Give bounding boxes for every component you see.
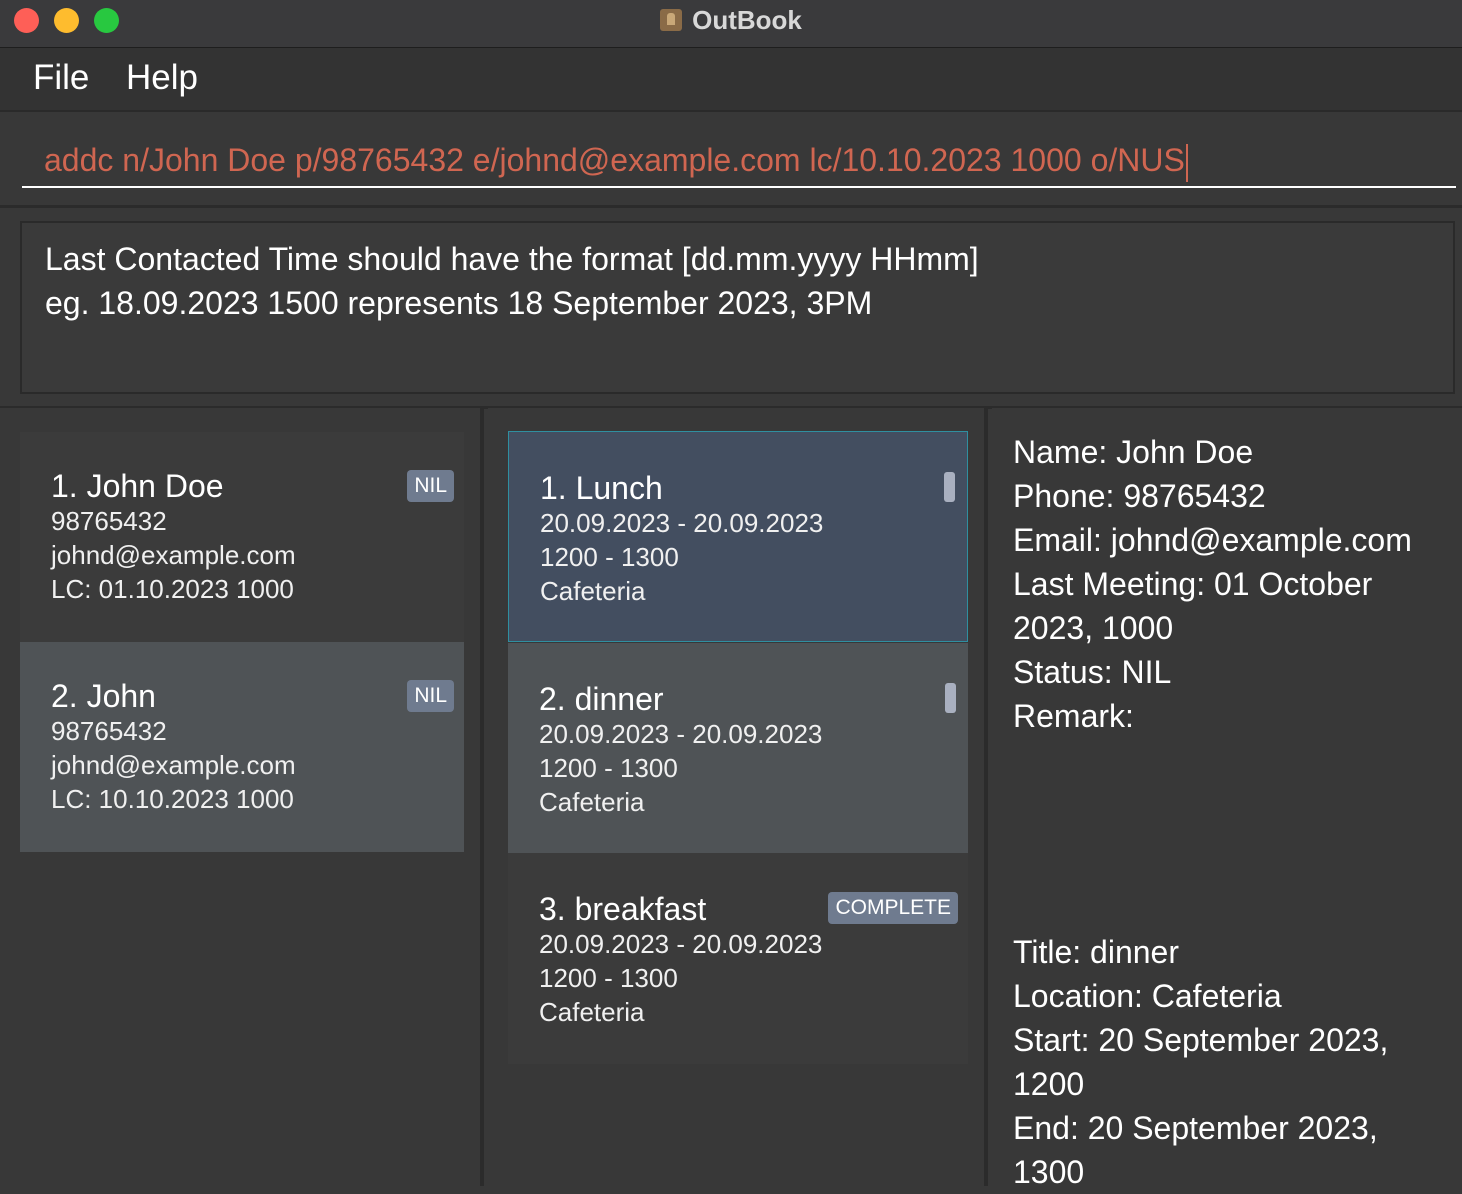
menu-help[interactable]: Help [126,58,198,98]
person-card[interactable]: 1. John Doe NIL 98765432 johnd@example.c… [20,432,464,642]
app-icon [660,9,683,31]
detail-phone: Phone: 98765432 [1013,478,1266,514]
detail-status: Status: NIL [1013,654,1172,690]
person-phone: 98765432 [51,506,167,536]
result-display: Last Contacted Time should have the form… [20,221,1455,394]
tag-scroll-thumb[interactable] [945,683,956,713]
detail-name: Name: John Doe [1013,434,1254,470]
person-last-contacted: LC: 10.10.2023 1000 [51,784,294,814]
person-name: 2. John [51,678,156,714]
meeting-card[interactable]: 1. Lunch 20.09.2023 - 20.09.2023 1200 - … [508,431,968,642]
command-text: addc n/John Doe p/98765432 e/johnd@examp… [44,142,1185,178]
window-title-text: OutBook [692,4,802,35]
person-email: johnd@example.com [51,750,296,780]
meeting-detail: Title: dinner Location: Cafeteria Start:… [1013,930,1433,1194]
person-detail: Name: John Doe Phone: 98765432 Email: jo… [1013,430,1433,738]
text-caret [1185,143,1188,182]
detail-email: Email: johnd@example.com [1013,522,1412,558]
person-phone: 98765432 [51,716,167,746]
menu-file[interactable]: File [33,58,89,98]
menu-bar: File Help [0,48,1462,112]
meeting-dates: 20.09.2023 - 20.09.2023 [540,508,824,538]
meeting-dates: 20.09.2023 - 20.09.2023 [539,929,823,959]
meeting-title: 2. dinner [539,681,664,717]
meeting-location: Cafeteria [539,997,645,1027]
detail-meeting-title: Title: dinner [1013,934,1179,970]
meeting-dates: 20.09.2023 - 20.09.2023 [539,719,823,749]
meeting-times: 1200 - 1300 [540,542,679,572]
meeting-times: 1200 - 1300 [539,963,678,993]
meeting-title: 3. breakfast [539,891,707,927]
detail-meeting-location: Location: Cafeteria [1013,978,1282,1014]
person-card[interactable]: 2. John NIL 98765432 johnd@example.com L… [20,642,464,852]
meeting-times: 1200 - 1300 [539,753,678,783]
person-email: johnd@example.com [51,540,296,570]
meeting-title: 1. Lunch [540,470,663,506]
title-bar: OutBook [0,0,1462,48]
window-title: OutBook [0,0,1462,40]
command-box: addc n/John Doe p/98765432 e/johnd@examp… [0,114,1462,208]
status-badge: NIL [407,680,454,712]
meeting-location: Cafeteria [540,576,646,606]
person-name: 1. John Doe [51,468,224,504]
meeting-card[interactable]: 3. breakfast COMPLETE 20.09.2023 - 20.09… [508,853,968,1064]
status-badge: COMPLETE [828,892,958,924]
detail-last-meeting: Last Meeting: 01 October 2023, 1000 [1013,566,1373,646]
tag-scroll-thumb[interactable] [944,472,955,502]
detail-meeting-end: End: 20 September 2023, 1300 [1013,1110,1378,1190]
person-last-contacted: LC: 01.10.2023 1000 [51,574,294,604]
detail-remark: Remark: [1013,698,1134,734]
detail-meeting-start: Start: 20 September 2023, 1200 [1013,1022,1389,1102]
meeting-location: Cafeteria [539,787,645,817]
meeting-card[interactable]: 2. dinner 20.09.2023 - 20.09.2023 1200 -… [508,643,968,854]
command-input[interactable]: addc n/John Doe p/98765432 e/johnd@examp… [22,136,1456,188]
result-line-1: Last Contacted Time should have the form… [45,241,979,277]
status-badge: NIL [407,470,454,502]
result-line-2: eg. 18.09.2023 1500 represents 18 Septem… [45,285,873,321]
